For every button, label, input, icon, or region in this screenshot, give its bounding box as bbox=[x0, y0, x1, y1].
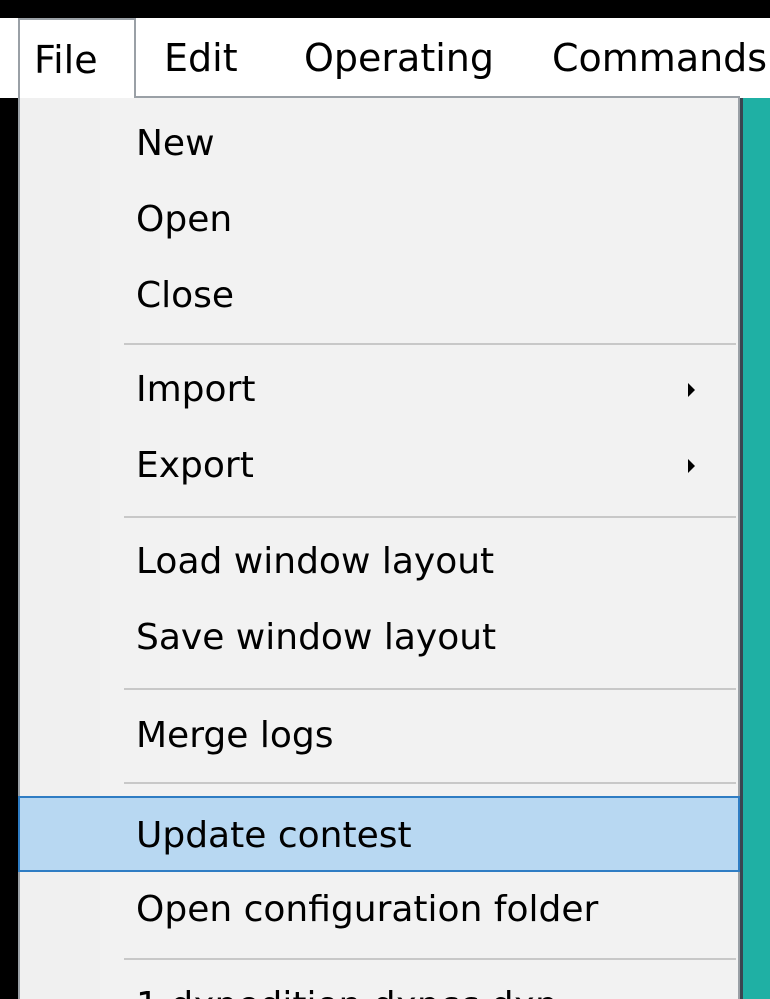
menu-separator bbox=[124, 958, 736, 960]
menu-item-open[interactable]: Open bbox=[20, 182, 738, 258]
submenu-arrow-icon bbox=[688, 383, 695, 397]
menu-item-update-contest[interactable]: Update contest bbox=[18, 796, 740, 872]
menu-operating[interactable]: Operating bbox=[304, 18, 494, 98]
menu-item-recent-file[interactable]: 1 dxpedition dxpcc dxp bbox=[20, 968, 738, 999]
menu-item-load-window-layout[interactable]: Load window layout bbox=[20, 524, 738, 600]
menu-bar: File Edit Operating Commands bbox=[0, 18, 770, 98]
menu-item-new[interactable]: New bbox=[20, 106, 738, 182]
menu-commands[interactable]: Commands bbox=[552, 18, 767, 98]
menu-separator bbox=[124, 688, 736, 690]
submenu-arrow-icon bbox=[688, 459, 695, 473]
menu-item-merge-logs[interactable]: Merge logs bbox=[20, 698, 738, 774]
menu-item-close[interactable]: Close bbox=[20, 258, 738, 334]
menu-item-label: New bbox=[136, 123, 215, 164]
window-frame-left bbox=[0, 98, 18, 999]
menu-separator bbox=[124, 516, 736, 518]
menu-item-import[interactable]: Import bbox=[20, 352, 738, 428]
menu-item-label: Save window layout bbox=[136, 617, 497, 658]
menu-item-label: Close bbox=[136, 275, 235, 316]
background-window bbox=[740, 98, 770, 999]
menu-separator bbox=[124, 782, 736, 784]
screen: File Edit Operating Commands New Open Cl… bbox=[0, 0, 770, 999]
menu-edit[interactable]: Edit bbox=[164, 18, 238, 98]
menu-item-save-window-layout[interactable]: Save window layout bbox=[20, 600, 738, 676]
menu-item-label: Merge logs bbox=[136, 715, 334, 756]
menu-item-label: Open bbox=[136, 199, 233, 240]
menu-item-label: Load window layout bbox=[136, 541, 495, 582]
menu-item-label: Export bbox=[136, 445, 254, 486]
menu-item-label: 1 dxpedition dxpcc dxp bbox=[136, 968, 558, 999]
menu-item-open-configuration-folder[interactable]: Open configuration folder bbox=[20, 872, 738, 948]
menu-item-label: Open configuration folder bbox=[136, 889, 599, 930]
menu-file[interactable]: File bbox=[18, 18, 136, 98]
menu-item-label: Import bbox=[136, 369, 256, 410]
menu-separator bbox=[124, 343, 736, 345]
menu-item-label: Update contest bbox=[136, 815, 412, 856]
file-dropdown-menu: New Open Close Import Export Load window… bbox=[18, 96, 740, 999]
menu-item-export[interactable]: Export bbox=[20, 428, 738, 504]
